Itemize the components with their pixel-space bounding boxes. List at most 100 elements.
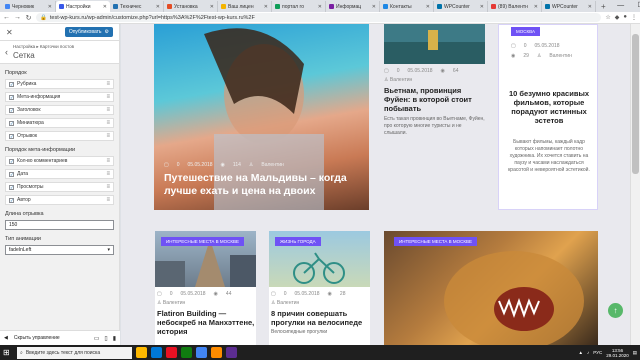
browser-tab[interactable]: Информац ✕ bbox=[326, 1, 380, 12]
featured-post-card[interactable]: ▢ 0 05.05.2018 ◉ 114 ♙ Валентин Путешествие… bbox=[154, 24, 369, 210]
sortable-checkbox-row[interactable]: ✓ Кол-во комментариев ≡ bbox=[5, 156, 114, 166]
language-indicator[interactable]: РУС bbox=[593, 350, 602, 355]
drag-handle-icon[interactable]: ≡ bbox=[106, 120, 110, 126]
browser-tab[interactable]: WPCounter ✕ bbox=[542, 1, 596, 12]
drag-handle-icon[interactable]: ≡ bbox=[106, 197, 110, 203]
sortable-checkbox-row[interactable]: ✓ Отрывок ≡ bbox=[5, 131, 114, 141]
checkbox[interactable]: ✓ bbox=[9, 120, 14, 126]
taskbar-search[interactable]: ⌕ Введите здесь текст для поиска bbox=[17, 346, 132, 359]
taskbar-app-icon[interactable] bbox=[226, 347, 237, 358]
taskbar-app-icon[interactable] bbox=[151, 347, 162, 358]
excerpt-length-input[interactable]: 150 bbox=[5, 220, 114, 230]
forward-arrow-icon[interactable]: → bbox=[14, 14, 21, 21]
browser-tab[interactable]: (89) Валентн ✕ bbox=[488, 1, 542, 12]
close-tab-icon[interactable]: ✕ bbox=[480, 4, 484, 10]
post-card-vietnam[interactable]: ▢ 0 05.05.2018 ◉ 64 ♙ Валентин Вьетнам, пр… bbox=[384, 24, 485, 210]
card2-title[interactable]: Вьетнам, провинция Фуйен: в которой стои… bbox=[384, 86, 485, 113]
drag-handle-icon[interactable]: ≡ bbox=[106, 107, 110, 113]
taskbar-app-icon[interactable] bbox=[166, 347, 177, 358]
scrollbar[interactable] bbox=[630, 24, 640, 345]
notification-icon[interactable]: ▤ bbox=[633, 350, 637, 356]
star-icon[interactable]: ☆ bbox=[605, 14, 610, 21]
sortable-checkbox-row[interactable]: ✓ Мета-информация ≡ bbox=[5, 92, 114, 102]
post-card-bicycle[interactable]: ЖИЗНЬ ГОРОДА ▢ 0 05.05.2018 ◉ 28 ♙ Валенти… bbox=[269, 231, 370, 345]
windows-start-icon[interactable]: ⊞ bbox=[3, 348, 13, 357]
checkbox[interactable]: ✓ bbox=[9, 107, 14, 113]
network-icon[interactable]: ▲ bbox=[578, 350, 582, 355]
card4-title[interactable]: Flatiron Building — небоскреб на Манхэтт… bbox=[155, 309, 256, 336]
drag-handle-icon[interactable]: ≡ bbox=[106, 81, 110, 87]
close-tab-icon[interactable]: ✕ bbox=[534, 4, 538, 10]
category-badge[interactable]: МОСКВА bbox=[511, 27, 540, 36]
category-badge[interactable]: ИНТЕРЕСНЫЕ МЕСТА В МОСКВЕ bbox=[161, 237, 245, 246]
checkbox[interactable]: ✓ bbox=[9, 158, 14, 164]
drag-handle-icon[interactable]: ≡ bbox=[106, 133, 110, 139]
drag-handle-icon[interactable]: ≡ bbox=[106, 171, 110, 177]
checkbox[interactable]: ✓ bbox=[9, 184, 14, 190]
scrollbar-thumb[interactable] bbox=[632, 34, 639, 174]
card3-title[interactable]: 10 безумно красивых фильмов, которые пор… bbox=[507, 89, 591, 125]
post-card-lion[interactable]: ИНТЕРЕСНЫЕ МЕСТА В МОСКВЕ bbox=[384, 231, 598, 345]
close-tab-icon[interactable]: ✕ bbox=[48, 4, 52, 10]
taskbar-app-icon[interactable] bbox=[211, 347, 222, 358]
desktop-icon[interactable]: ▭ bbox=[94, 335, 100, 342]
hide-controls-button[interactable]: Скрыть управление bbox=[14, 335, 60, 341]
sortable-checkbox-row[interactable]: ✓ Автор ≡ bbox=[5, 195, 114, 205]
browser-tab[interactable]: Ваш лицен ✕ bbox=[218, 1, 272, 12]
back-arrow-icon[interactable]: ← bbox=[3, 14, 10, 21]
drag-handle-icon[interactable]: ≡ bbox=[106, 94, 110, 100]
checkbox[interactable]: ✓ bbox=[9, 81, 14, 87]
address-bar[interactable]: 🔒 test-wp-kurs.ru/wp-admin/customize.php… bbox=[36, 13, 602, 22]
close-tab-icon[interactable]: ✕ bbox=[103, 4, 107, 10]
chevron-left-icon[interactable]: ‹ bbox=[5, 47, 8, 57]
close-tab-icon[interactable]: ✕ bbox=[264, 4, 268, 10]
reload-icon[interactable]: ↻ bbox=[25, 14, 32, 22]
mobile-icon[interactable]: ▮ bbox=[113, 335, 116, 342]
browser-tab[interactable]: Черновик ✕ bbox=[2, 1, 56, 12]
card5-title[interactable]: 8 причин совершать прогулки на велосипед… bbox=[269, 309, 370, 327]
clock[interactable]: 13:56 29.01.2020 bbox=[606, 348, 629, 358]
volume-icon[interactable]: ♪ bbox=[587, 350, 589, 355]
animation-type-select[interactable]: fadeInLeft ▾ bbox=[5, 245, 114, 255]
checkbox[interactable]: ✓ bbox=[9, 94, 14, 100]
close-tab-icon[interactable]: ✕ bbox=[426, 4, 430, 10]
sortable-checkbox-row[interactable]: ✓ Просмотры ≡ bbox=[5, 182, 114, 192]
category-badge[interactable]: ИНТЕРЕСНЫЕ МЕСТА В МОСКВЕ bbox=[394, 237, 478, 246]
sortable-checkbox-row[interactable]: ✓ Рубрика ≡ bbox=[5, 79, 114, 89]
browser-tab[interactable]: Настройки ✕ bbox=[56, 1, 110, 12]
new-tab-button[interactable]: + bbox=[596, 1, 611, 12]
drag-handle-icon[interactable]: ≡ bbox=[106, 184, 110, 190]
featured-title[interactable]: Путешествие на Мальдивы – когда лучше ех… bbox=[164, 172, 364, 198]
extension-icon[interactable]: ◆ bbox=[615, 14, 620, 21]
close-tab-icon[interactable]: ✕ bbox=[210, 4, 214, 10]
taskbar-app-icon[interactable] bbox=[196, 347, 207, 358]
drag-handle-icon[interactable]: ≡ bbox=[106, 158, 110, 164]
post-card-flatiron[interactable]: ИНТЕРЕСНЫЕ МЕСТА В МОСКВЕ ▢ 0 05.05.2018 … bbox=[155, 231, 256, 345]
maximize-icon[interactable]: ☐ bbox=[631, 0, 640, 12]
taskbar-app-icon[interactable] bbox=[181, 347, 192, 358]
sortable-checkbox-row[interactable]: ✓ Миниатюра ≡ bbox=[5, 118, 114, 128]
browser-tab[interactable]: WPCounter ✕ bbox=[434, 1, 488, 12]
close-tab-icon[interactable]: ✕ bbox=[156, 4, 160, 10]
checkbox[interactable]: ✓ bbox=[9, 171, 14, 177]
profile-icon[interactable]: ● bbox=[623, 14, 627, 21]
checkbox[interactable]: ✓ bbox=[9, 197, 14, 203]
collapse-icon[interactable]: ◀ bbox=[4, 335, 8, 341]
close-tab-icon[interactable]: ✕ bbox=[588, 4, 592, 10]
minimize-icon[interactable]: — bbox=[611, 0, 631, 12]
browser-tab[interactable]: Установка ✕ bbox=[164, 1, 218, 12]
sortable-checkbox-row[interactable]: ✓ Заголовок ≡ bbox=[5, 105, 114, 115]
post-card-films[interactable]: МОСКВА ▢ 0 05.05.2018 ◉ 29 ♙ Валентин 10 бе… bbox=[498, 24, 598, 210]
scroll-to-top-button[interactable]: ↑ bbox=[608, 303, 623, 318]
tablet-icon[interactable]: ▯ bbox=[104, 335, 107, 342]
taskbar-app-icon[interactable] bbox=[136, 347, 147, 358]
checkbox[interactable]: ✓ bbox=[9, 133, 14, 139]
browser-tab[interactable]: Контакты ✕ bbox=[380, 1, 434, 12]
close-icon[interactable]: ✕ bbox=[6, 28, 13, 37]
browser-tab[interactable]: портал го ✕ bbox=[272, 1, 326, 12]
publish-button[interactable]: Опубликовать ⚙ bbox=[64, 27, 113, 37]
sortable-checkbox-row[interactable]: ✓ Дата ≡ bbox=[5, 169, 114, 179]
close-tab-icon[interactable]: ✕ bbox=[318, 4, 322, 10]
menu-icon[interactable]: ⋮ bbox=[631, 14, 637, 21]
browser-tab[interactable]: Техничес ✕ bbox=[110, 1, 164, 12]
